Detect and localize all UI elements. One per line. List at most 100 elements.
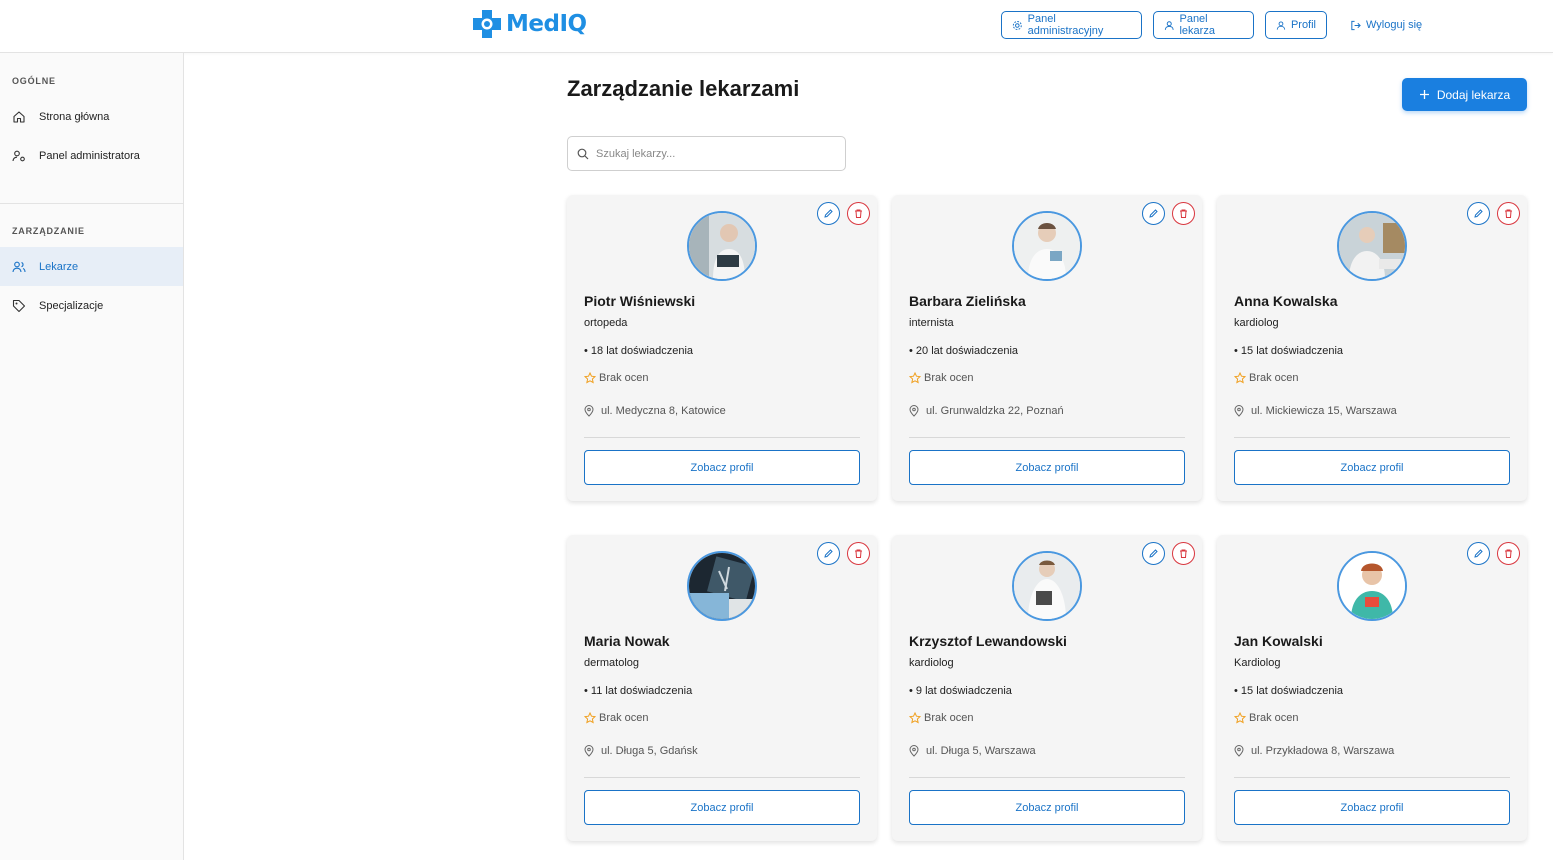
doctor-specialty: internista — [909, 317, 954, 329]
top-navbar: MedIQ Panel administracyjny Panel lekarz… — [0, 0, 1553, 53]
doctor-address-text: ul. Długa 5, Warszawa — [926, 745, 1036, 757]
star-icon — [584, 712, 596, 724]
doctor-avatar — [1012, 551, 1082, 621]
sidebar: OGÓLNE Strona główna Panel administrator… — [0, 53, 184, 860]
doctor-rating: Brak ocen — [1234, 712, 1299, 724]
view-profile-button[interactable]: Zobacz profil — [909, 450, 1185, 485]
doctor-name: Barbara Zielińska — [909, 293, 1026, 309]
doctor-address: ul. Długa 5, Gdańsk — [584, 745, 698, 757]
tag-icon — [12, 299, 26, 312]
users-icon — [12, 261, 26, 272]
doctor-rating-text: Brak ocen — [1249, 712, 1299, 724]
star-icon — [909, 372, 921, 384]
sidebar-item-home[interactable]: Strona główna — [0, 97, 183, 136]
edit-button[interactable] — [1142, 542, 1165, 565]
view-profile-button[interactable]: Zobacz profil — [1234, 450, 1510, 485]
star-icon — [909, 712, 921, 724]
doctor-panel-button[interactable]: Panel lekarza — [1153, 11, 1254, 39]
user-cog-icon — [12, 150, 25, 161]
page-title: Zarządzanie lekarzami — [567, 76, 800, 101]
add-doctor-label: Dodaj lekarza — [1436, 87, 1511, 102]
doctor-card: Anna Kowalska kardiolog • 15 lat doświad… — [1217, 195, 1527, 501]
star-icon — [1234, 712, 1246, 724]
sidebar-item-doctors[interactable]: Lekarze — [0, 247, 183, 286]
doctor-rating: Brak ocen — [1234, 372, 1299, 384]
doctor-photo — [1014, 213, 1080, 279]
doctor-experience: • 9 lat doświadczenia — [909, 685, 1012, 697]
logout-label: Wyloguj się — [1366, 19, 1423, 31]
doctor-avatar — [1337, 551, 1407, 621]
sidebar-item-label: Lekarze — [39, 260, 79, 273]
edit-button[interactable] — [817, 202, 840, 225]
doctor-specialty: ortopeda — [584, 317, 628, 329]
sidebar-item-label: Panel administratora — [39, 149, 140, 162]
view-profile-button[interactable]: Zobacz profil — [1234, 790, 1510, 825]
sidebar-item-admin-panel[interactable]: Panel administratora — [0, 136, 183, 175]
sidebar-item-specializations[interactable]: Specjalizacje — [0, 286, 183, 325]
logo[interactable]: MedIQ — [472, 9, 587, 39]
doctor-rating-text: Brak ocen — [599, 372, 649, 384]
pencil-icon — [1474, 549, 1483, 558]
doctor-rating: Brak ocen — [584, 372, 649, 384]
edit-button[interactable] — [817, 542, 840, 565]
user-icon — [1164, 20, 1174, 30]
doctor-specialty: Kardiolog — [1234, 657, 1281, 669]
user-icon — [1276, 20, 1286, 30]
gear-icon — [1012, 20, 1022, 30]
trash-icon — [1505, 549, 1512, 558]
doctor-name: Krzysztof Lewandowski — [909, 633, 1067, 649]
sidebar-section-general: OGÓLNE — [12, 76, 56, 86]
trash-icon — [1505, 209, 1512, 218]
view-profile-button[interactable]: Zobacz profil — [909, 790, 1185, 825]
search-box — [567, 136, 846, 171]
doctor-rating-text: Brak ocen — [599, 712, 649, 724]
card-divider — [1234, 777, 1510, 778]
doctor-experience: • 15 lat doświadczenia — [1234, 345, 1344, 357]
doctor-photo — [1014, 553, 1080, 619]
delete-button[interactable] — [847, 542, 870, 565]
card-divider — [584, 437, 860, 438]
sidebar-section-management: ZARZĄDZANIE — [12, 226, 85, 236]
doctor-address: ul. Długa 5, Warszawa — [909, 745, 1036, 757]
trash-icon — [855, 549, 862, 558]
card-divider — [584, 777, 860, 778]
admin-panel-button[interactable]: Panel administracyjny — [1001, 11, 1142, 39]
card-divider — [909, 777, 1185, 778]
doctor-address: ul. Przykładowa 8, Warszawa — [1234, 745, 1394, 757]
doctor-name: Jan Kowalski — [1234, 633, 1323, 649]
edit-button[interactable] — [1467, 202, 1490, 225]
search-input[interactable] — [596, 147, 836, 160]
logout-link[interactable]: Wyloguj się — [1350, 11, 1422, 39]
edit-button[interactable] — [1142, 202, 1165, 225]
doctor-address: ul. Medyczna 8, Katowice — [584, 405, 726, 417]
map-pin-icon — [584, 405, 594, 417]
delete-button[interactable] — [847, 202, 870, 225]
doctor-photo — [689, 553, 755, 619]
doctor-name: Maria Nowak — [584, 633, 670, 649]
map-pin-icon — [909, 745, 919, 757]
edit-button[interactable] — [1467, 542, 1490, 565]
delete-button[interactable] — [1497, 542, 1520, 565]
logo-text: MedIQ — [506, 11, 587, 37]
logout-icon — [1351, 20, 1361, 30]
doctor-card: Maria Nowak dermatolog • 11 lat doświadc… — [567, 535, 877, 841]
doctor-specialty: kardiolog — [909, 657, 954, 669]
doctor-experience: • 15 lat doświadczenia — [1234, 685, 1344, 697]
doctor-address: ul. Grunwaldzka 22, Poznań — [909, 405, 1064, 417]
doctor-address-text: ul. Długa 5, Gdańsk — [601, 745, 698, 757]
doctor-rating-text: Brak ocen — [924, 372, 974, 384]
delete-button[interactable] — [1172, 542, 1195, 565]
add-doctor-button[interactable]: Dodaj lekarza — [1402, 78, 1527, 111]
map-pin-icon — [584, 745, 594, 757]
doctor-card: Krzysztof Lewandowski kardiolog • 9 lat … — [892, 535, 1202, 841]
delete-button[interactable] — [1497, 202, 1520, 225]
profile-button[interactable]: Profil — [1265, 11, 1327, 39]
pencil-icon — [1474, 209, 1483, 218]
doctor-experience: • 11 lat doświadczenia — [584, 685, 693, 697]
doctor-address: ul. Mickiewicza 15, Warszawa — [1234, 405, 1397, 417]
trash-icon — [1180, 209, 1187, 218]
delete-button[interactable] — [1172, 202, 1195, 225]
view-profile-button[interactable]: Zobacz profil — [584, 790, 860, 825]
view-profile-button[interactable]: Zobacz profil — [584, 450, 860, 485]
sidebar-item-label: Strona główna — [39, 110, 110, 123]
